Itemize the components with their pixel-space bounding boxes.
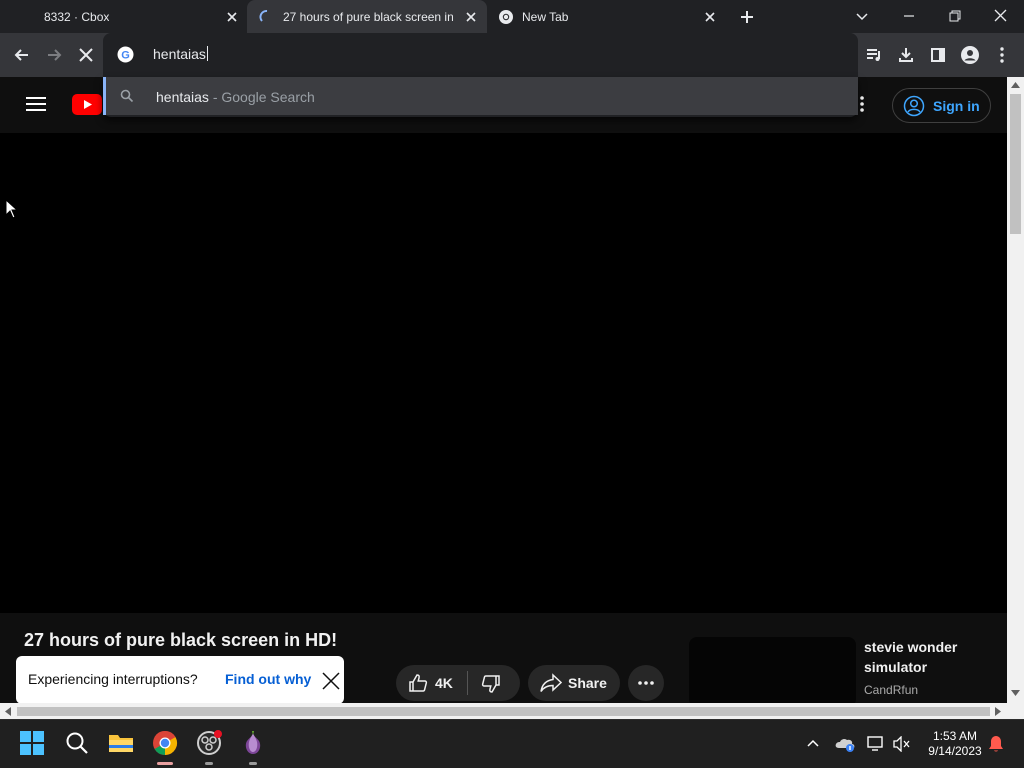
obs-studio-icon[interactable] bbox=[195, 729, 223, 757]
like-dislike-group: 4K bbox=[396, 665, 520, 701]
chrome-taskbar-icon[interactable] bbox=[151, 729, 179, 757]
stop-loading-icon[interactable] bbox=[73, 42, 99, 68]
chrome-active-indicator bbox=[157, 762, 173, 765]
suggestion-text: hentaias - Google Search bbox=[156, 89, 315, 105]
taskbar-clock[interactable]: 1:53 AM 9/14/2023 bbox=[920, 729, 990, 759]
window-close-icon[interactable] bbox=[993, 8, 1008, 23]
recommended-video-channel[interactable]: CandRfun bbox=[864, 683, 918, 697]
tor-browser-icon[interactable] bbox=[239, 729, 267, 757]
address-bar-value: hentaias bbox=[153, 46, 206, 62]
tab-new-tab[interactable]: New Tab bbox=[488, 0, 726, 33]
share-arrow-icon bbox=[540, 673, 562, 693]
share-button[interactable]: Share bbox=[528, 665, 620, 701]
google-icon: G bbox=[117, 46, 134, 63]
new-tab-plus-icon[interactable] bbox=[738, 8, 756, 26]
thumbs-up-icon bbox=[408, 673, 428, 693]
video-player[interactable] bbox=[0, 133, 1007, 613]
back-arrow-icon[interactable] bbox=[9, 42, 35, 68]
forward-arrow-icon[interactable] bbox=[41, 42, 67, 68]
thumbs-down-icon bbox=[481, 674, 501, 694]
like-count: 4K bbox=[435, 675, 453, 691]
windows-start-icon[interactable] bbox=[18, 729, 46, 757]
tab-cbox[interactable]: 8332 · Cbox bbox=[0, 0, 246, 33]
onedrive-cloud-icon[interactable] bbox=[834, 735, 856, 753]
notification-bell-icon[interactable] bbox=[988, 735, 1004, 753]
tab-youtube-video[interactable]: 27 hours of pure black screen in HD! bbox=[247, 0, 487, 33]
tab-close-icon[interactable] bbox=[702, 9, 718, 25]
clock-date: 9/14/2023 bbox=[928, 744, 982, 758]
share-label: Share bbox=[568, 675, 607, 691]
more-actions-button[interactable] bbox=[628, 665, 664, 701]
youtube-logo-icon[interactable] bbox=[72, 94, 102, 115]
toast-text: Experiencing interruptions? bbox=[28, 671, 198, 687]
account-circle-icon bbox=[903, 95, 925, 117]
more-horizontal-icon bbox=[638, 681, 654, 685]
suggestion-query: hentaias bbox=[156, 89, 209, 105]
horizontal-scrollbar-thumb[interactable] bbox=[17, 707, 990, 716]
sign-in-button[interactable]: Sign in bbox=[892, 88, 991, 123]
toast-close-icon[interactable] bbox=[320, 670, 342, 692]
tab-close-icon[interactable] bbox=[224, 9, 240, 25]
mouse-cursor-icon bbox=[5, 199, 17, 219]
tab-title: 8332 · Cbox bbox=[44, 9, 110, 24]
vertical-scrollbar-thumb[interactable] bbox=[1010, 94, 1021, 234]
find-out-why-link[interactable]: Find out why bbox=[225, 671, 311, 687]
sign-in-label: Sign in bbox=[933, 97, 980, 114]
side-panel-icon[interactable] bbox=[925, 42, 951, 68]
address-bar[interactable]: G hentaias bbox=[103, 33, 858, 77]
loading-spinner-icon bbox=[259, 9, 275, 25]
omnibox-suggestion-dropdown: hentaias - Google Search bbox=[103, 77, 858, 117]
chrome-menu-icon[interactable] bbox=[990, 42, 1014, 68]
restore-icon[interactable] bbox=[948, 9, 962, 23]
hamburger-menu-icon[interactable] bbox=[26, 96, 46, 112]
chrome-icon bbox=[498, 9, 514, 25]
video-title: 27 hours of pure black screen in HD! bbox=[24, 630, 338, 650]
suggestion-suffix: - Google Search bbox=[208, 89, 315, 105]
interruptions-toast: Experiencing interruptions? Find out why bbox=[16, 656, 344, 704]
dislike-button[interactable] bbox=[468, 665, 520, 701]
volume-muted-icon[interactable] bbox=[893, 736, 911, 752]
clock-time: 1:53 AM bbox=[932, 729, 978, 743]
settings-more-icon[interactable] bbox=[860, 96, 864, 112]
tab-search-chevron-down-icon[interactable] bbox=[855, 9, 869, 23]
tab-close-icon[interactable] bbox=[463, 9, 479, 25]
network-icon[interactable] bbox=[866, 735, 886, 753]
minimize-icon[interactable] bbox=[902, 9, 916, 23]
recommended-video-thumbnail[interactable] bbox=[689, 637, 856, 707]
scroll-up-arrow-icon[interactable] bbox=[1011, 82, 1020, 88]
scroll-down-arrow-icon[interactable] bbox=[1011, 690, 1020, 696]
show-hidden-icons-chevron-up-icon[interactable] bbox=[806, 738, 820, 748]
tab-title: 27 hours of pure black screen in HD! bbox=[283, 9, 453, 24]
search-icon bbox=[120, 89, 134, 103]
tor-running-indicator bbox=[249, 762, 257, 765]
svg-text:G: G bbox=[121, 50, 130, 62]
tab-title: New Tab bbox=[522, 9, 569, 24]
scroll-right-arrow-icon[interactable] bbox=[995, 707, 1001, 716]
download-icon[interactable] bbox=[893, 42, 919, 68]
like-button[interactable]: 4K bbox=[396, 665, 467, 701]
address-bar-text[interactable]: hentaias bbox=[153, 46, 208, 62]
recommended-video-title[interactable]: stevie wonder simulator bbox=[864, 637, 994, 677]
media-queue-icon[interactable] bbox=[861, 42, 887, 68]
file-explorer-icon[interactable] bbox=[107, 729, 135, 757]
taskbar-search-icon[interactable] bbox=[63, 729, 91, 757]
scrollbar-corner bbox=[1007, 703, 1024, 719]
suggestion-row[interactable]: hentaias - Google Search bbox=[103, 77, 858, 115]
tab-strip: 8332 · Cbox 27 hours of pure black scree… bbox=[0, 0, 1024, 33]
scroll-left-arrow-icon[interactable] bbox=[5, 707, 11, 716]
obs-running-indicator bbox=[205, 762, 213, 765]
text-caret bbox=[206, 46, 208, 61]
profile-avatar-icon[interactable] bbox=[957, 42, 983, 68]
